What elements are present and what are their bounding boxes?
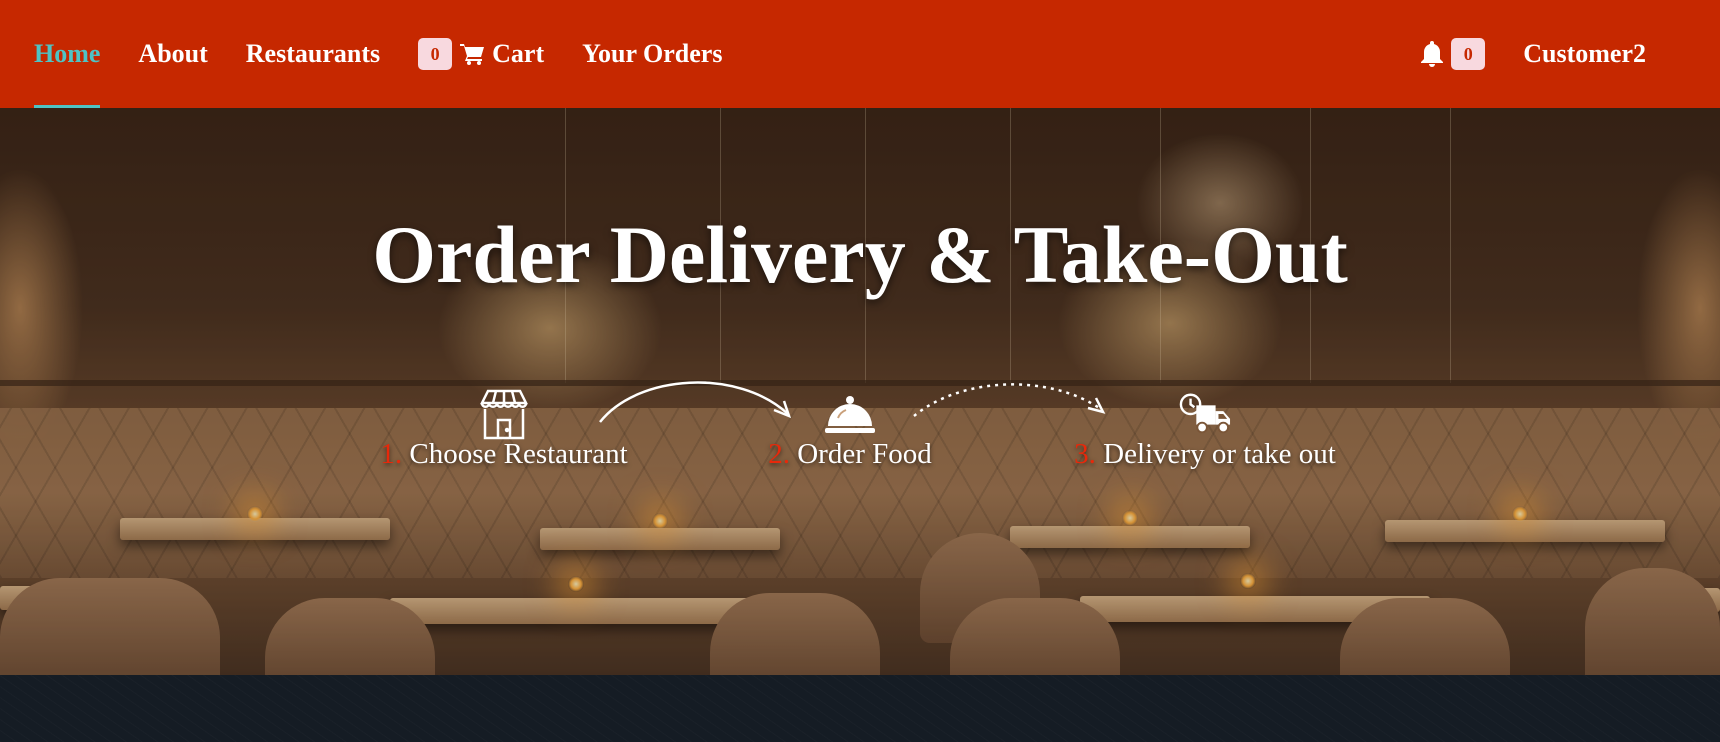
content-section-top <box>0 675 1720 742</box>
notification-area: 0 <box>1451 38 1523 70</box>
nav-links: Home About Restaurants 0 Cart Your Order… <box>0 0 760 108</box>
cart-count-badge: 0 <box>418 38 453 70</box>
nav-your-orders-link[interactable]: Your Orders <box>582 0 722 108</box>
nav-home-link[interactable]: Home <box>34 0 101 108</box>
nav-user-area: 0 Customer2 <box>1419 0 1720 108</box>
cart-label: Cart <box>492 39 545 68</box>
food-cloche-icon <box>824 388 876 440</box>
step-delivery-takeout: 3. Delivery or take out <box>1062 388 1348 471</box>
step-number: 1. <box>380 438 403 470</box>
user-menu[interactable]: Customer2 <box>1523 39 1646 69</box>
step-number: 2. <box>768 438 790 470</box>
navbar: Home About Restaurants 0 Cart Your Order… <box>0 0 1720 108</box>
nav-about-link[interactable]: About <box>138 0 207 108</box>
step-text: Order Food <box>797 438 932 470</box>
hero-title: Order Delivery & Take-Out <box>372 209 1348 300</box>
cart-icon <box>460 42 486 66</box>
step-text: Delivery or take out <box>1103 438 1336 470</box>
notification-count-badge[interactable]: 0 <box>1451 38 1486 70</box>
nav-cart-link[interactable]: 0 Cart <box>418 0 544 108</box>
step-label: 2. Order Food <box>768 438 932 471</box>
bell-icon[interactable] <box>1419 40 1445 68</box>
step-text: Choose Restaurant <box>409 438 628 470</box>
hero-banner: Order Delivery & Take-Out 1. Choose Rest… <box>0 108 1720 675</box>
nav-restaurants-link[interactable]: Restaurants <box>246 0 380 108</box>
step-label: 3. Delivery or take out <box>1074 438 1336 471</box>
delivery-truck-icon <box>1179 388 1231 440</box>
step-label: 1. Choose Restaurant <box>380 438 627 471</box>
store-icon <box>478 388 530 440</box>
step-number: 3. <box>1074 438 1096 470</box>
